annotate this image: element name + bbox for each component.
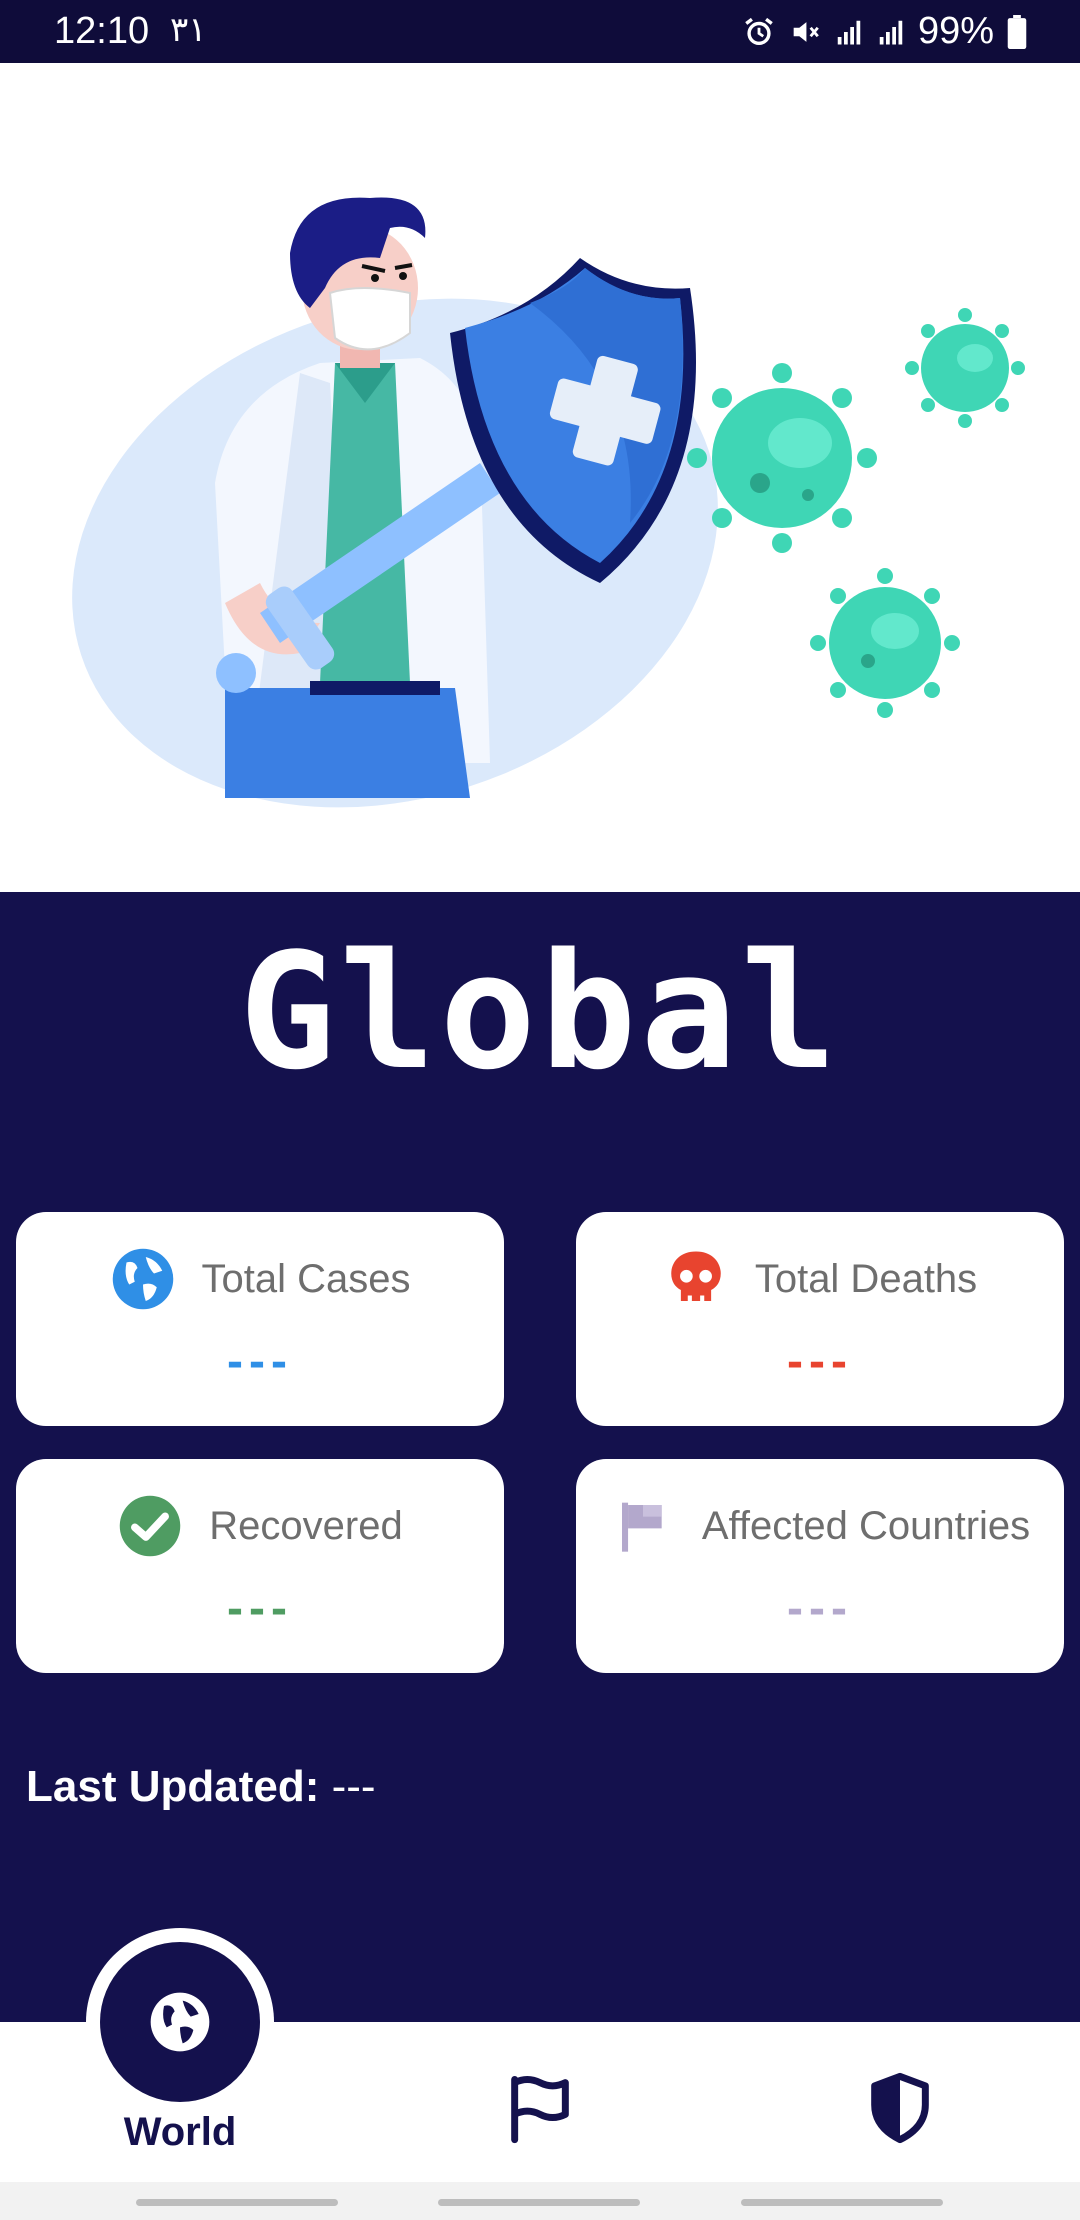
system-nav-home[interactable] (438, 2199, 640, 2206)
flag-icon (610, 1493, 676, 1559)
last-updated: Last Updated: --- (26, 1762, 376, 1812)
status-date-indicator: ٣١ (170, 11, 207, 49)
nav-world-label[interactable]: World (80, 2110, 280, 2155)
alarm-icon (745, 17, 773, 45)
status-bar: 12:10 ٣١ 99% (0, 0, 1080, 63)
nav-countries-button[interactable] (502, 2070, 578, 2146)
affected-countries-card[interactable]: Affected Countries --- (576, 1459, 1064, 1673)
battery-icon (1007, 14, 1027, 49)
globe-icon (150, 1992, 210, 2052)
total-deaths-label: Total Deaths (754, 1256, 978, 1301)
total-deaths-value: --- (787, 1335, 853, 1388)
status-time: 12:10 (54, 10, 150, 52)
affected-countries-value: --- (787, 1582, 853, 1635)
signal-icon (837, 20, 861, 44)
last-updated-label: Last Updated: (26, 1762, 320, 1811)
battery-percent: 99% (917, 10, 994, 52)
global-stats-panel: Global Total Cases --- Total Deaths --- … (0, 892, 1080, 2022)
status-icons: 99% (742, 10, 1028, 53)
system-nav-recents[interactable] (136, 2199, 338, 2206)
skull-icon (663, 1246, 729, 1312)
recovered-value: --- (227, 1582, 293, 1635)
system-nav-back[interactable] (741, 2199, 943, 2206)
affected-countries-label: Affected Countries (701, 1503, 1031, 1548)
nav-world-button[interactable] (100, 1942, 260, 2102)
recovered-label: Recovered (209, 1503, 403, 1548)
system-nav-bar (0, 2182, 1080, 2220)
signal-icon-2 (879, 20, 903, 44)
page-title: Global (239, 918, 841, 1105)
doctor-shield-illustration (72, 197, 1025, 808)
globe-icon (110, 1246, 176, 1312)
shield-icon (871, 2072, 929, 2144)
recovered-card[interactable]: Recovered --- (16, 1459, 504, 1673)
total-cases-value: --- (227, 1335, 293, 1388)
hero-illustration (0, 63, 1080, 892)
flag-icon (511, 2076, 569, 2144)
mute-icon (793, 21, 819, 42)
total-cases-label: Total Cases (201, 1256, 411, 1301)
total-deaths-card[interactable]: Total Deaths --- (576, 1212, 1064, 1426)
check-circle-icon (117, 1493, 183, 1559)
total-cases-card[interactable]: Total Cases --- (16, 1212, 504, 1426)
last-updated-value: --- (331, 1762, 376, 1811)
virus-icon (687, 363, 877, 553)
nav-prevention-button[interactable] (862, 2070, 938, 2146)
